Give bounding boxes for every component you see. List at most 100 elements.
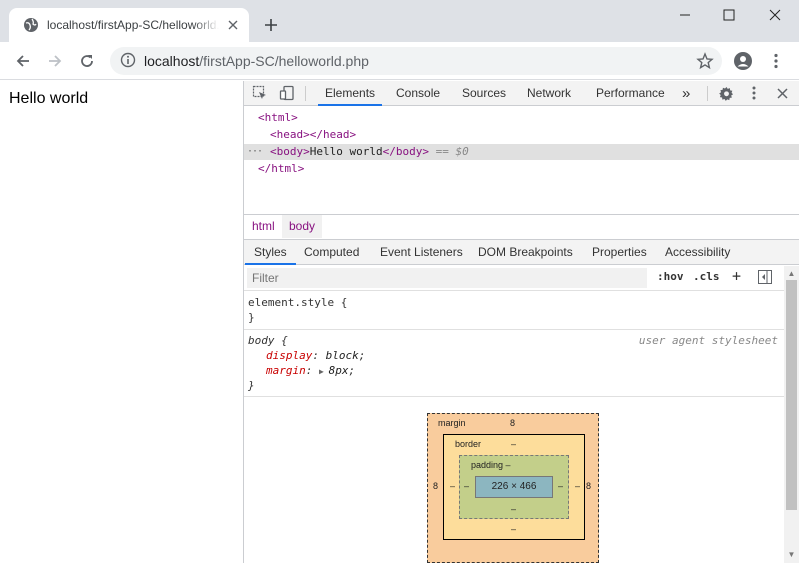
padding-label: padding – [471, 460, 511, 470]
hov-button[interactable]: :hov [657, 270, 684, 283]
element-style-rule: element.style { } [244, 292, 784, 330]
breadcrumb: html body [244, 214, 799, 238]
tag-html-open: <html> [258, 111, 298, 124]
device-toggle-icon[interactable] [279, 85, 295, 101]
margin-left-value[interactable]: 8 [433, 481, 438, 491]
border-left-value[interactable]: – [450, 481, 455, 491]
menu-button[interactable] [766, 51, 786, 71]
css-property: display [266, 349, 313, 362]
tab-dom-breakpoints[interactable]: DOM Breakpoints [469, 240, 582, 265]
scroll-thumb[interactable] [786, 280, 797, 510]
close-icon[interactable] [225, 17, 241, 33]
new-rule-button[interactable]: + [732, 267, 741, 285]
dom-node-html-close[interactable]: </html> [244, 161, 799, 177]
dom-node-body[interactable]: ··· <body>Hello world</body> == $0 [244, 144, 799, 160]
tab-console[interactable]: Console [389, 81, 447, 106]
css-declaration: display: block; [266, 349, 366, 362]
css-value: 8px [328, 364, 349, 377]
border-label: border [455, 439, 482, 449]
gear-icon[interactable] [718, 85, 734, 101]
rule-close: } [248, 311, 255, 324]
box-model-content[interactable]: 226 × 466 [475, 476, 553, 498]
margin-right-value[interactable]: 8 [586, 481, 591, 491]
scroll-up-icon[interactable]: ▲ [787, 269, 796, 278]
tab-styles[interactable]: Styles [245, 240, 296, 265]
expand-triangle-icon[interactable]: ▶ [319, 367, 329, 376]
forward-button[interactable] [45, 51, 65, 71]
new-tab-button[interactable] [262, 16, 280, 34]
styles-scrollbar[interactable]: ▲ ▼ [784, 266, 799, 563]
border-right-value[interactable]: – [575, 481, 580, 491]
dom-tree: <html> <head></head> ··· <body>Hello worl… [244, 107, 799, 213]
toolbar-divider [305, 86, 306, 101]
tab-computed[interactable]: Computed [295, 240, 368, 265]
arrow-right-icon [49, 55, 62, 67]
kebab-menu-icon[interactable] [746, 85, 762, 101]
tab-event-listeners[interactable]: Event Listeners [371, 240, 472, 265]
dom-node-html[interactable]: <html> [244, 110, 799, 126]
close-window-button[interactable] [757, 4, 793, 26]
padding-right-value[interactable]: – [558, 481, 563, 491]
margin-top-value[interactable]: 8 [510, 418, 515, 428]
breadcrumb-body[interactable]: body [282, 215, 323, 238]
account-icon [734, 52, 752, 70]
back-button[interactable] [13, 51, 33, 71]
body-ua-rule: body {user agent stylesheet display: blo… [244, 330, 784, 397]
rule-origin: user agent stylesheet [638, 334, 778, 347]
rule-selector: body [248, 334, 275, 347]
dom-node-head[interactable]: <head></head> [244, 127, 799, 143]
selected-marker: == $0 [435, 145, 469, 158]
rule-selector[interactable]: element.style { [244, 295, 784, 310]
browser-toolbar: localhost/firstApp-SC/helloworld.php [0, 42, 799, 80]
reload-button[interactable] [77, 51, 97, 71]
padding-bottom-value[interactable]: – [511, 504, 516, 514]
css-value: block [325, 349, 359, 362]
globe-icon [23, 17, 39, 33]
node-actions-icon[interactable]: ··· [247, 144, 263, 160]
tab-properties[interactable]: Properties [583, 240, 656, 265]
tab-network[interactable]: Network [520, 81, 578, 106]
devtools-panel: Elements Console Sources Network Perform… [243, 81, 799, 563]
styles-filter-bar: :hov .cls + [244, 266, 784, 291]
tag-head: <head></head> [270, 128, 357, 141]
page-viewport: Hello world [0, 81, 243, 563]
profile-button[interactable] [733, 51, 753, 71]
tab-sources[interactable]: Sources [455, 81, 513, 106]
arrow-left-icon [16, 55, 29, 67]
breadcrumb-html[interactable]: html [245, 215, 282, 238]
close-icon[interactable] [774, 85, 790, 101]
url-path: /firstApp-SC/helloworld.php [199, 53, 369, 69]
margin-label: margin [438, 418, 466, 428]
info-icon[interactable] [120, 52, 136, 71]
cls-button[interactable]: .cls [693, 270, 720, 283]
border-bottom-value[interactable]: – [511, 524, 516, 534]
body-text-node: Hello world [309, 145, 383, 158]
more-tabs-button[interactable]: » [675, 81, 697, 106]
tag-body-close: </body> [382, 145, 429, 158]
toggle-sidebar-icon[interactable] [758, 270, 772, 287]
address-bar[interactable]: localhost/firstApp-SC/helloworld.php [110, 47, 722, 75]
border-top-value[interactable]: – [511, 439, 516, 449]
devtools-toolbar: Elements Console Sources Network Perform… [244, 81, 799, 106]
tag-html-close: </html> [258, 162, 305, 175]
tab-strip: localhost/firstApp-SC/helloworld.php [0, 0, 799, 42]
box-model-padding[interactable]: padding – – – – 226 × 466 [459, 455, 569, 519]
tab-accessibility[interactable]: Accessibility [656, 240, 739, 265]
inspect-element-icon[interactable] [252, 85, 268, 101]
box-model-margin[interactable]: margin 8 8 8 border – – – – padding – – … [427, 413, 599, 563]
browser-tab[interactable]: localhost/firstApp-SC/helloworld.php [9, 8, 249, 42]
rule-close: } [248, 379, 255, 392]
scroll-down-icon[interactable]: ▼ [787, 550, 796, 559]
maximize-button[interactable] [711, 4, 747, 26]
tab-performance[interactable]: Performance [589, 81, 672, 106]
box-model-border[interactable]: border – – – – padding – – – – 226 × 466 [443, 434, 585, 540]
padding-left-value[interactable]: – [464, 481, 469, 491]
minimize-button[interactable] [667, 4, 703, 26]
tab-elements[interactable]: Elements [318, 81, 383, 106]
star-icon[interactable] [696, 52, 714, 70]
page-body-text: Hello world [9, 90, 89, 107]
sidebar-tabs: Styles Computed Event Listeners DOM Brea… [244, 239, 799, 265]
tag-body-open: <body> [270, 145, 310, 158]
css-declaration: margin: ▶ 8px; [266, 364, 356, 377]
filter-input[interactable] [247, 268, 647, 288]
